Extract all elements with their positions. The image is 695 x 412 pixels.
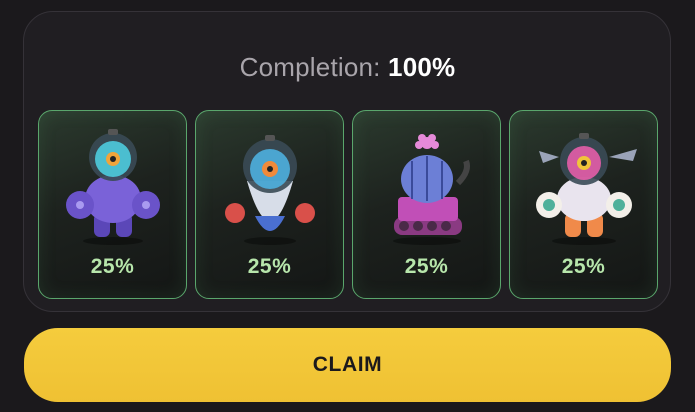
- reward-card-capsule-robot[interactable]: 25%: [195, 110, 344, 299]
- reward-card-purple-robot[interactable]: 25%: [38, 110, 187, 299]
- completion-text: Completion: 100%: [0, 52, 695, 83]
- card-percent: 25%: [404, 255, 449, 278]
- completion-label: Completion:: [239, 52, 381, 82]
- purple-robot-image: [66, 129, 160, 245]
- mech-robot-image: [536, 133, 637, 245]
- card-percent: 25%: [90, 255, 135, 278]
- card-percent: 25%: [561, 255, 606, 278]
- rewards-screen: Completion: 100% 25% 25% 25% 25% CLAIM: [0, 0, 695, 412]
- completion-value: 100%: [388, 52, 456, 82]
- claim-button[interactable]: CLAIM: [24, 328, 671, 402]
- reward-card-cactus-tank[interactable]: 25%: [352, 110, 501, 299]
- card-percent: 25%: [247, 255, 292, 278]
- reward-card-mech-robot[interactable]: 25%: [509, 110, 658, 299]
- capsule-robot-image: [225, 135, 315, 245]
- cactus-tank-image: [393, 134, 470, 245]
